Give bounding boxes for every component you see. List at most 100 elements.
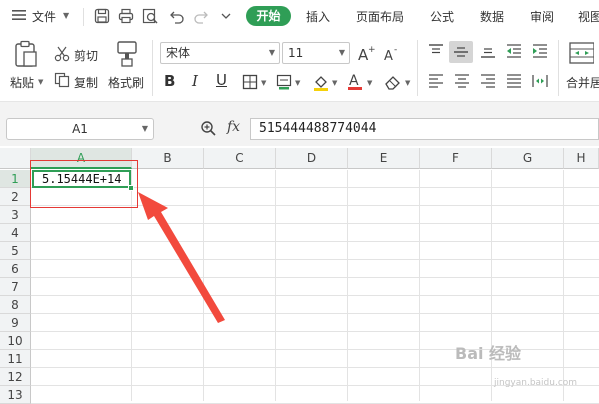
format-painter-icon[interactable] [115, 40, 139, 71]
print-preview-icon[interactable] [142, 8, 158, 27]
paste-icon[interactable] [14, 40, 38, 71]
grid-row-line [31, 241, 599, 242]
column-header-e[interactable]: E [348, 148, 420, 169]
formula-input[interactable]: 515444488774044 [250, 118, 599, 140]
align-top-icon[interactable] [428, 44, 444, 61]
format-painter-button[interactable]: 格式刷 [108, 74, 144, 91]
tab-review[interactable]: 审阅 [530, 8, 554, 25]
eraser-icon[interactable] [384, 74, 402, 93]
grid-row-line [31, 223, 599, 224]
name-box[interactable]: A1 ▼ [6, 118, 154, 140]
increase-font-size-icon[interactable]: A + [357, 44, 376, 65]
row-header-2[interactable]: 2 [0, 188, 31, 206]
tab-insert[interactable]: 插入 [306, 8, 330, 25]
grid-row-line [31, 277, 599, 278]
scissors-icon [54, 46, 70, 65]
tab-view[interactable]: 视图 [578, 8, 599, 25]
borders-icon[interactable] [242, 74, 258, 93]
chevron-down-icon: ▼ [338, 48, 345, 57]
customize-chevron-icon[interactable] [220, 8, 232, 27]
grid-row-line [31, 295, 599, 296]
tab-page-layout[interactable]: 页面布局 [356, 8, 404, 25]
tab-formulas[interactable]: 公式 [430, 8, 454, 25]
paste-dropdown-icon[interactable]: ▼ [38, 78, 43, 86]
row-header-12[interactable]: 12 [0, 368, 31, 386]
svg-text:A: A [384, 49, 393, 62]
chevron-down-icon[interactable]: ▼ [261, 79, 266, 87]
font-name-select[interactable]: 宋体 ▼ [160, 42, 280, 64]
font-size-select[interactable]: 11 ▼ [282, 42, 350, 64]
column-header-d[interactable]: D [276, 148, 348, 169]
save-icon[interactable] [94, 8, 110, 27]
divider [83, 8, 84, 26]
hamburger-menu-icon[interactable] [12, 9, 26, 21]
print-icon[interactable] [118, 8, 134, 27]
distributed-align-icon[interactable] [532, 74, 548, 91]
column-header-b[interactable]: B [132, 148, 204, 169]
copy-button[interactable]: 复制 [74, 74, 98, 91]
row-header-1[interactable]: 1 [0, 170, 31, 188]
divider [558, 40, 559, 96]
align-middle-button[interactable] [449, 41, 473, 63]
paste-button[interactable]: 粘贴 [10, 74, 34, 91]
font-color-icon[interactable]: A [346, 71, 364, 94]
grid-column-line [347, 170, 348, 401]
row-header-6[interactable]: 6 [0, 260, 31, 278]
underline-icon[interactable]: U [216, 71, 227, 89]
bold-icon[interactable]: B [164, 72, 175, 90]
tab-data[interactable]: 数据 [480, 8, 504, 25]
chevron-down-icon[interactable]: ▼ [295, 79, 300, 87]
fill-color-icon[interactable] [312, 73, 330, 94]
grid-column-line [563, 170, 564, 401]
row-header-10[interactable]: 10 [0, 332, 31, 350]
watermark-url: jingyan.baidu.com [494, 378, 578, 388]
merge-center-button[interactable]: 合并居 [566, 74, 599, 91]
decrease-indent-icon[interactable] [506, 44, 522, 61]
column-header-h[interactable]: H [564, 148, 599, 169]
row-header-4[interactable]: 4 [0, 224, 31, 242]
row-header-7[interactable]: 7 [0, 278, 31, 296]
align-bottom-icon[interactable] [480, 44, 496, 61]
chevron-down-icon[interactable]: ▼ [332, 79, 337, 87]
row-header-8[interactable]: 8 [0, 296, 31, 314]
svg-text:+: + [368, 45, 375, 55]
insert-function-icon[interactable]: fx [227, 119, 240, 135]
redo-icon[interactable] [193, 8, 209, 27]
italic-icon[interactable]: I [192, 72, 198, 90]
decrease-font-size-icon[interactable]: A- [383, 44, 401, 65]
row-header-11[interactable]: 11 [0, 350, 31, 368]
cell-style-icon[interactable] [276, 74, 292, 93]
menu-bar: 文件 ▼ 开始 插入 页面布局 公式 数据 审阅 视图 [0, 0, 599, 34]
column-header-g[interactable]: G [492, 148, 564, 169]
justify-icon[interactable] [506, 74, 522, 91]
cut-button[interactable]: 剪切 [74, 47, 98, 64]
grid-column-line [419, 170, 420, 401]
select-all-corner[interactable] [0, 148, 31, 169]
chevron-down-icon[interactable]: ▼ [405, 79, 410, 87]
row-header-13[interactable]: 13 [0, 386, 31, 404]
svg-text:A: A [349, 73, 359, 89]
merge-cells-icon[interactable] [568, 40, 595, 69]
tab-home[interactable]: 开始 [246, 6, 291, 26]
align-left-icon[interactable] [428, 74, 444, 91]
align-right-icon[interactable] [480, 74, 496, 91]
annotation-highlight-box [30, 160, 138, 208]
align-center-icon[interactable] [454, 74, 470, 91]
grid-column-line [491, 170, 492, 401]
watermark-logo: Bai 经验 [455, 344, 522, 363]
row-header-5[interactable]: 5 [0, 242, 31, 260]
chevron-down-icon[interactable]: ▼ [63, 11, 69, 20]
increase-indent-icon[interactable] [532, 44, 548, 61]
row-header-3[interactable]: 3 [0, 206, 31, 224]
zoom-formula-icon[interactable] [200, 120, 216, 139]
file-menu[interactable]: 文件 [32, 8, 56, 25]
row-header-9[interactable]: 9 [0, 314, 31, 332]
chevron-down-icon[interactable]: ▼ [367, 79, 372, 87]
column-header-c[interactable]: C [204, 148, 276, 169]
grid-row-line [31, 313, 599, 314]
column-header-f[interactable]: F [420, 148, 492, 169]
font-name-value: 宋体 [166, 46, 191, 60]
undo-icon[interactable] [169, 8, 185, 27]
divider [417, 40, 418, 96]
toolbar-gap [0, 102, 599, 114]
